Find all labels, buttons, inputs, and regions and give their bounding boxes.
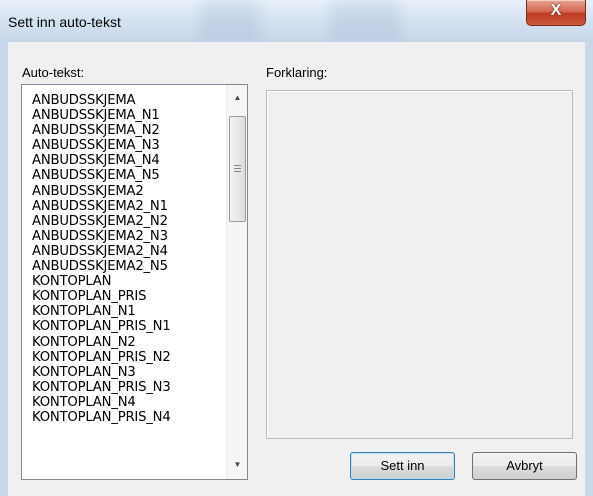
list-item[interactable]: ANBUDSSKJEMA	[32, 93, 224, 108]
list-item[interactable]: KONTOPLAN	[32, 274, 224, 289]
list-item[interactable]: ANBUDSSKJEMA_N1	[32, 108, 224, 123]
list-item[interactable]: ANBUDSSKJEMA2_N4	[32, 244, 224, 259]
list-item[interactable]: ANBUDSSKJEMA_N5	[32, 168, 224, 183]
title-bar-blur	[330, 0, 400, 42]
list-item[interactable]: ANBUDSSKJEMA2_N5	[32, 259, 224, 274]
grip-line	[234, 168, 241, 169]
scroll-up-icon[interactable]: ▲	[227, 89, 247, 106]
list-item[interactable]: ANBUDSSKJEMA2_N2	[32, 214, 224, 229]
list-item[interactable]: KONTOPLAN_N4	[32, 395, 224, 410]
window-title: Sett inn auto-tekst	[8, 14, 121, 30]
window-frame-left	[0, 42, 8, 496]
close-icon: X	[550, 2, 562, 19]
autotext-label: Auto-tekst:	[22, 65, 85, 80]
list-item[interactable]: ANBUDSSKJEMA2_N3	[32, 229, 224, 244]
list-item[interactable]: KONTOPLAN_PRIS	[32, 289, 224, 304]
scroll-down-icon[interactable]: ▼	[227, 456, 247, 473]
explanation-box	[266, 90, 573, 439]
title-bar[interactable]: Sett inn auto-tekst X	[0, 0, 593, 42]
insert-button[interactable]: Sett inn	[350, 452, 455, 480]
autotext-items: ANBUDSSKJEMA ANBUDSSKJEMA_N1 ANBUDSSKJEMA_…	[32, 93, 224, 425]
list-item[interactable]: ANBUDSSKJEMA_N4	[32, 153, 224, 168]
list-item[interactable]: ANBUDSSKJEMA2	[32, 184, 224, 199]
list-item[interactable]: KONTOPLAN_N1	[32, 304, 224, 319]
close-button[interactable]: X	[526, 0, 586, 26]
autotext-listbox[interactable]: ANBUDSSKJEMA ANBUDSSKJEMA_N1 ANBUDSSKJEMA_…	[21, 84, 248, 480]
grip-line	[234, 171, 241, 172]
title-bar-blur	[200, 0, 260, 42]
scrollbar-thumb[interactable]	[229, 116, 246, 222]
list-item[interactable]: KONTOPLAN_N2	[32, 335, 224, 350]
list-item[interactable]: ANBUDSSKJEMA_N3	[32, 138, 224, 153]
explanation-label: Forklaring:	[266, 65, 328, 80]
list-item[interactable]: KONTOPLAN_PRIS_N1	[32, 319, 224, 334]
list-item[interactable]: KONTOPLAN_N3	[32, 365, 224, 380]
list-item[interactable]: KONTOPLAN_PRIS_N2	[32, 350, 224, 365]
listbox-scrollbar[interactable]: ▲ ▼	[226, 85, 247, 479]
list-item[interactable]: ANBUDSSKJEMA2_N1	[32, 199, 224, 214]
grip-line	[234, 165, 241, 166]
list-item[interactable]: ANBUDSSKJEMA_N2	[32, 123, 224, 138]
window-frame-right	[585, 42, 593, 496]
dialog-window: Sett inn auto-tekst X Auto-tekst: Forkla…	[0, 0, 593, 496]
list-item[interactable]: KONTOPLAN_PRIS_N3	[32, 380, 224, 395]
cancel-button[interactable]: Avbryt	[472, 452, 577, 480]
list-item[interactable]: KONTOPLAN_PRIS_N4	[32, 410, 224, 425]
